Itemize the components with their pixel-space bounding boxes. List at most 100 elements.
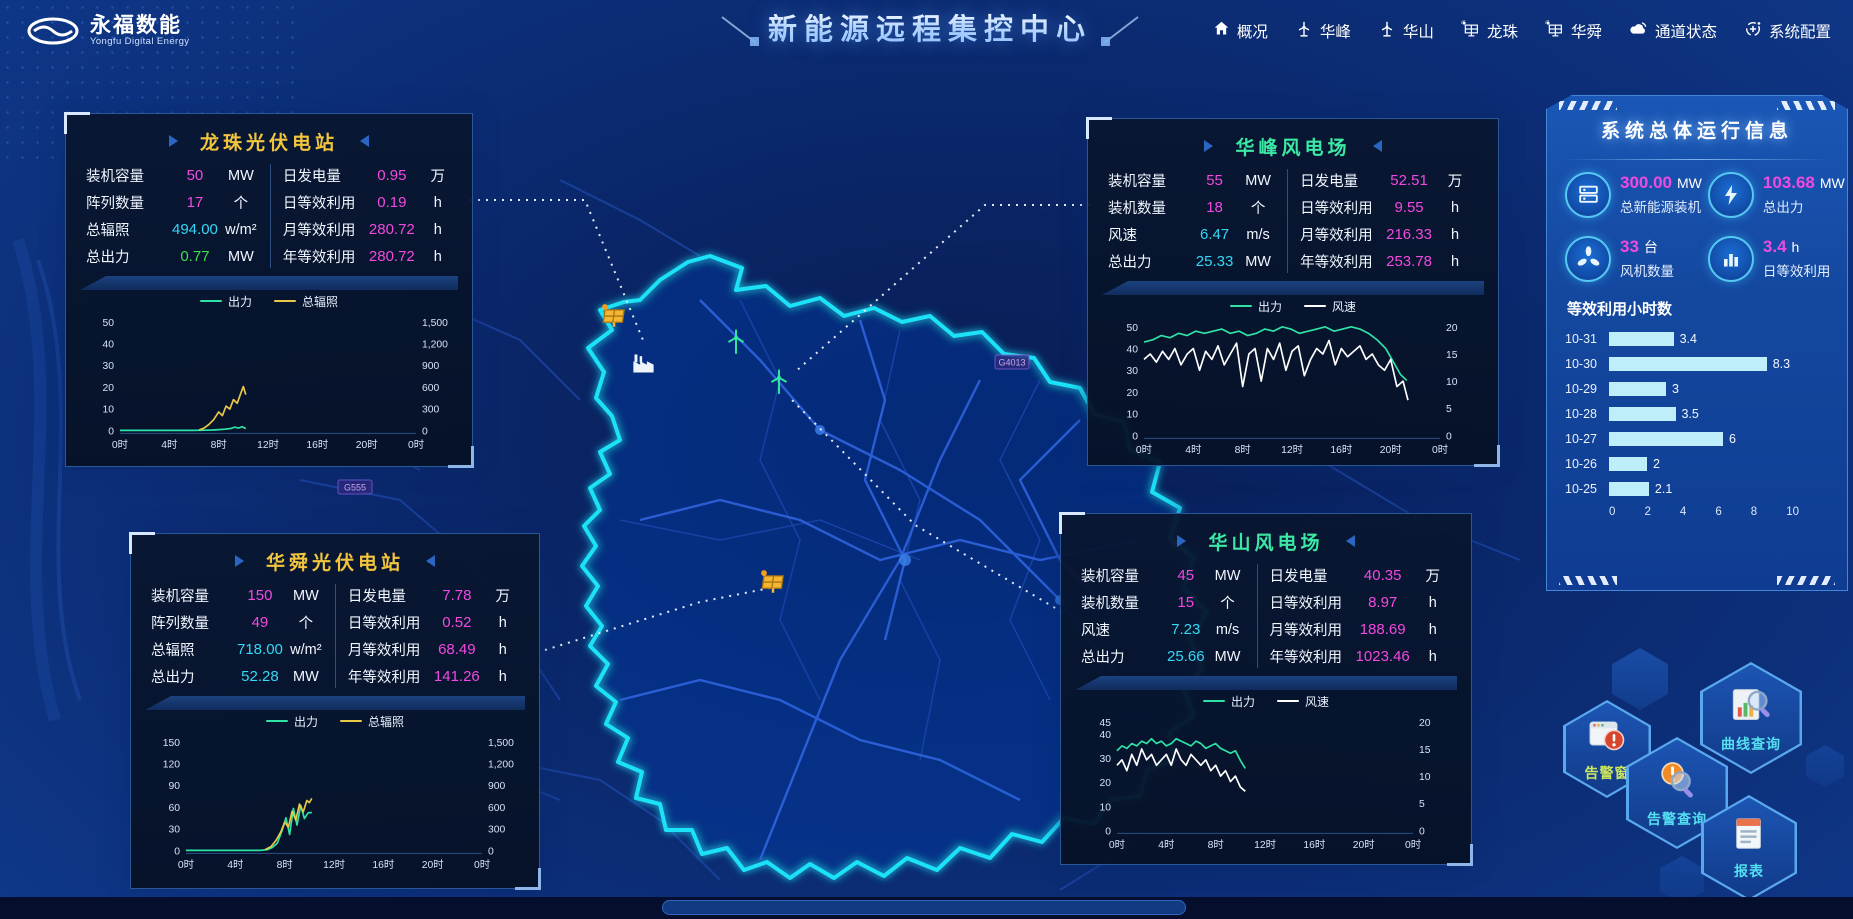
svg-text:30: 30 xyxy=(169,825,181,836)
stat-value: 188.69 xyxy=(1356,621,1410,638)
config-icon xyxy=(1744,20,1762,43)
legend-item: 总辐照 xyxy=(340,713,404,730)
svg-text:16时: 16时 xyxy=(306,439,328,451)
equivalent-hours-bar-chart: 10-313.410-308.310-29310-283.510-27610-2… xyxy=(1565,327,1829,502)
report-button[interactable]: 报表 xyxy=(1701,795,1797,901)
curve-query-icon xyxy=(1729,682,1773,731)
system-stat-card: 103.68MW总出力 xyxy=(1708,172,1845,218)
svg-text:1,500: 1,500 xyxy=(488,738,514,749)
series-风速 xyxy=(1117,749,1245,791)
stat-value: 1023.46 xyxy=(1356,648,1410,665)
nav-item-5[interactable]: 华舜 xyxy=(1545,20,1602,43)
stat-row: 装机数量18个 xyxy=(1108,196,1281,219)
logo-subtitle: Yongfu Digital Energy xyxy=(90,37,189,47)
nav-item-label: 华山 xyxy=(1403,20,1434,42)
svg-text:40: 40 xyxy=(1127,345,1139,356)
bar-category: 10-25 xyxy=(1565,482,1609,496)
stat-value: 150 xyxy=(237,587,283,604)
stat-row: 年等效利用1023.46h xyxy=(1270,645,1456,668)
hex-button-label: 曲线查询 xyxy=(1721,734,1781,754)
bar-row: 10-293 xyxy=(1565,377,1829,402)
stat-unit: MW xyxy=(1205,568,1251,584)
road-badge: G555 xyxy=(338,480,372,494)
svg-text:4时: 4时 xyxy=(161,439,177,451)
station-stats: 装机容量55MW装机数量18个风速6.47m/s总出力25.33MW日发电量52… xyxy=(1102,169,1484,273)
wind-farm-marker-1[interactable] xyxy=(724,328,748,361)
stat-value: 280.72 xyxy=(369,248,415,265)
stat-unit: h xyxy=(1432,254,1478,270)
svg-text:0时: 0时 xyxy=(1109,839,1125,851)
plant-marker[interactable] xyxy=(630,352,657,380)
stat-row: 日发电量52.51万 xyxy=(1300,169,1478,192)
stat-unit: MW xyxy=(218,249,264,265)
bar-category: 10-27 xyxy=(1565,432,1609,446)
stat-unit: h xyxy=(415,249,461,265)
nav-item-7[interactable]: 系统配置 xyxy=(1744,20,1831,43)
hex-button-label: 报表 xyxy=(1734,861,1764,881)
wind-farm-marker-2[interactable] xyxy=(767,368,791,401)
report-icon xyxy=(1730,815,1768,858)
turbine-icon xyxy=(1378,20,1396,43)
nav-item-4[interactable]: 龙珠 xyxy=(1461,20,1518,43)
svg-text:16时: 16时 xyxy=(1330,444,1352,456)
stat-row: 风速6.47m/s xyxy=(1108,223,1281,246)
stat-label: 风机数量 xyxy=(1620,260,1674,280)
svg-text:5: 5 xyxy=(1419,799,1425,810)
stat-unit: h xyxy=(1410,622,1456,638)
axis-tick: 4 xyxy=(1680,506,1686,518)
stat-label: 总出力 xyxy=(86,246,172,267)
stat-unit: w/m² xyxy=(283,642,329,658)
stat-label: 年等效利用 xyxy=(1270,646,1356,667)
dashboard: G555G4013 永福数能 Yongfu Digital Energy 新能源… xyxy=(0,0,1853,919)
svg-text:20: 20 xyxy=(1100,778,1112,789)
stat-label: 总出力 xyxy=(1108,251,1194,272)
stat-row: 日发电量7.78万 xyxy=(348,584,526,607)
svg-text:8时: 8时 xyxy=(1235,444,1251,456)
nav-item-2[interactable]: 华峰 xyxy=(1295,20,1351,43)
stat-unit: h xyxy=(480,669,526,685)
power-icon xyxy=(1708,172,1754,218)
stat-unit: MW xyxy=(1677,175,1702,191)
nav-item-1[interactable]: 概况 xyxy=(1213,20,1268,42)
bar-row: 10-308.3 xyxy=(1565,352,1829,377)
pv-station-marker-1[interactable] xyxy=(598,302,630,334)
bar-value: 6 xyxy=(1729,432,1736,446)
stat-unit: MW xyxy=(1235,173,1281,189)
bar-category: 10-29 xyxy=(1565,382,1609,396)
nav-item-3[interactable]: 华山 xyxy=(1378,20,1434,43)
logo-title: 永福数能 xyxy=(90,15,189,37)
stat-value: 17 xyxy=(172,194,218,211)
pv-station-marker-2[interactable] xyxy=(757,568,789,600)
panel-divider-decoration xyxy=(1075,676,1457,690)
alarm-query-icon xyxy=(1655,757,1699,806)
stat-value: 18 xyxy=(1194,199,1235,216)
arrow-left-icon xyxy=(1373,140,1382,152)
station-title-row: 龙珠光伏电站 xyxy=(80,124,458,158)
svg-text:45: 45 xyxy=(1100,718,1112,729)
svg-text:12时: 12时 xyxy=(257,439,279,451)
stat-value: 141.26 xyxy=(434,668,480,685)
stat-value: 45 xyxy=(1167,567,1205,584)
station-title: 华峰风电场 xyxy=(1235,133,1350,160)
svg-text:G555: G555 xyxy=(344,483,366,493)
stat-row: 日等效利用9.55h xyxy=(1300,196,1478,219)
corner-bracket xyxy=(129,532,155,554)
bar-row: 10-27 6 xyxy=(1565,427,1829,452)
stat-label: 装机容量 xyxy=(1108,170,1194,191)
stat-unit: 个 xyxy=(283,612,329,633)
station-title: 龙珠光伏电站 xyxy=(200,128,338,155)
stat-label: 年等效利用 xyxy=(348,666,434,687)
svg-text:1,200: 1,200 xyxy=(488,760,514,771)
stat-value: 25.66 xyxy=(1167,648,1205,665)
bar-category: 10-26 xyxy=(1565,457,1609,471)
svg-text:0: 0 xyxy=(174,846,180,857)
svg-text:0时: 0时 xyxy=(1432,444,1448,456)
stat-value: 0.95 xyxy=(369,167,415,184)
stat-unit: h xyxy=(415,222,461,238)
legend-item: 出力 xyxy=(200,293,252,310)
stat-unit: h xyxy=(415,195,461,211)
axis-tick: 8 xyxy=(1751,506,1757,518)
stat-value: 50 xyxy=(172,167,218,184)
fan-icon xyxy=(1565,236,1611,282)
nav-item-6[interactable]: 通道状态 xyxy=(1629,20,1717,42)
